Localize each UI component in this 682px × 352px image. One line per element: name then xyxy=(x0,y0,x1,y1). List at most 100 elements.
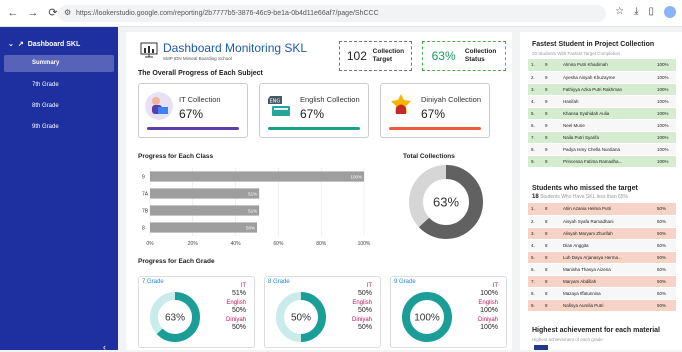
table-cell: 50% xyxy=(654,239,676,252)
card-progress-bar xyxy=(389,127,481,130)
kpi-target-label: Collection Target xyxy=(372,48,405,63)
grade-progress-title: Progress for Each Grade xyxy=(138,258,215,265)
bar-data-label: 51% xyxy=(248,208,257,213)
table-cell: 100% xyxy=(654,107,676,120)
mosque-icon xyxy=(391,94,411,114)
x-tick-label: 100% xyxy=(358,241,371,247)
table-cell: Luh Dayu Arjanasya Herma... xyxy=(560,251,654,264)
table-cell: Fathiyya Azka Putri Rakhman xyxy=(560,83,654,96)
sidebar-item-summary[interactable]: Summary xyxy=(4,55,114,72)
sidebar-item-9th-grade[interactable]: 9th Grade xyxy=(4,119,114,136)
table-cell: 9 xyxy=(542,143,560,156)
kpi-target-value: 102 xyxy=(346,49,367,63)
table-row: 3. 8 Alisyah Maryam Zhurifah 50% xyxy=(528,227,676,240)
bar xyxy=(150,205,260,216)
table-row: 1. 8 Atiin Azania Helma Putri 50% xyxy=(528,203,676,216)
grade-title: 9 Grade xyxy=(394,279,416,285)
table-cell: 50% xyxy=(654,215,676,228)
overall-progress-title: The Overall Progress of Each Subject xyxy=(138,70,263,77)
table-cell: 9 xyxy=(542,59,560,72)
table-cell: 9 xyxy=(542,83,560,96)
table-cell: 9 xyxy=(542,107,560,120)
download-icon[interactable]: ⤓ xyxy=(634,6,638,18)
table-cell: 50% xyxy=(654,275,676,288)
table-cell: Mazaya Iffatunnisa xyxy=(560,287,654,300)
side-panel-icon[interactable]: ▯ xyxy=(648,6,654,18)
table-row: 5. 9 Khansa Syahidah Aulia 100% xyxy=(528,107,676,120)
card-progress-bar xyxy=(268,127,360,130)
x-tick-label: 0% xyxy=(146,241,154,247)
table-cell: 100% xyxy=(654,155,676,168)
back-icon[interactable]: ← xyxy=(6,6,20,20)
sidebar-item-7th-grade[interactable]: 7th Grade xyxy=(4,77,114,94)
bookmark-star-icon[interactable]: ☆ xyxy=(615,6,624,18)
table-cell: 8 xyxy=(542,203,560,216)
table-cell: 9 xyxy=(542,131,560,144)
table-cell: 3. xyxy=(528,227,542,240)
table-cell: 8. xyxy=(528,143,542,156)
grade-donut: 100% xyxy=(402,292,452,342)
table-cell: Manisha Thasya Aizena xyxy=(560,263,654,276)
person-laptop-icon xyxy=(145,92,173,120)
card-progress-bar xyxy=(147,127,239,130)
table-cell: Ayesha Aisyah Khuzayme xyxy=(560,71,654,84)
table-cell: 100% xyxy=(654,71,676,84)
right-panel: Fastest Student in Project Collection 20… xyxy=(520,32,682,350)
donut-center-label: 50% xyxy=(291,313,311,324)
table-cell: 9. xyxy=(528,155,542,168)
bar xyxy=(150,222,257,233)
table-cell: 4. xyxy=(528,239,542,252)
browser-toolbar: ← → ⟳ ⚙ https://lookerstudio.google.com/… xyxy=(0,0,682,27)
it-collection-card: IT Collection 67% xyxy=(138,83,248,138)
table-cell: 8 xyxy=(542,215,560,228)
page-title: Dashboard Monitoring SKL xyxy=(163,41,308,55)
kpi-collection-target: 102 Collection Target xyxy=(339,41,412,71)
table-cell: 8 xyxy=(542,275,560,288)
card-percent: 67% xyxy=(421,107,446,121)
table-row: 3. 9 Fathiyya Azka Putri Rakhman 100% xyxy=(528,83,676,96)
grade-card-7: 7 Grade 63% IT 51% English 50% Diniyah 50% xyxy=(138,276,255,348)
table-row: 6. 9 Neel Mune 100% xyxy=(528,119,676,132)
sidebar-item-8th-grade[interactable]: 8th Grade xyxy=(4,98,114,115)
y-tick-label: 7A xyxy=(142,192,149,198)
table-row: 5. 8 Luh Dayu Arjanasya Herma... 50% xyxy=(528,251,676,264)
table-cell: 9 xyxy=(542,95,560,108)
table-cell: 9 xyxy=(542,119,560,132)
collapse-sidebar-icon[interactable]: ‹ xyxy=(103,342,106,352)
donut-center-label: 63% xyxy=(433,195,459,210)
address-bar[interactable]: ⚙ https://lookerstudio.google.com/report… xyxy=(58,5,606,22)
bar-data-label: 50% xyxy=(246,225,255,230)
achievement-bar xyxy=(534,345,548,350)
table-cell: 8 xyxy=(542,287,560,300)
grade-donut: 50% xyxy=(276,292,326,342)
dashboard-logo-icon xyxy=(140,42,158,58)
table-row: 6. 8 Manisha Thasya Aizena 50% xyxy=(528,263,676,276)
table-cell: 100% xyxy=(654,119,676,132)
table-cell: 50% xyxy=(654,203,676,216)
profile-avatar[interactable] xyxy=(664,6,676,18)
table-row: 4. 9 Hanifah 100% xyxy=(528,95,676,108)
table-cell: 50% xyxy=(654,263,676,276)
sidebar: ⌄ ↗ Dashboard SKL Summary 7th Grade 8th … xyxy=(0,27,118,352)
report-main: Dashboard Monitoring SKL SMP IDN Mimeal … xyxy=(126,32,512,350)
table-cell: 50% xyxy=(654,299,676,312)
table-cell: 100% xyxy=(654,95,676,108)
table-row: 9. 8 Nafisya Aurelia Putri 50% xyxy=(528,299,676,312)
site-info-icon[interactable]: ⚙ xyxy=(64,8,71,17)
card-title: Diniyah Collection xyxy=(421,95,482,104)
table-row: 8. 8 Mazaya Iffatunnisa 50% xyxy=(528,287,676,300)
bar xyxy=(150,171,364,182)
url-text: https://lookerstudio.google.com/reportin… xyxy=(76,10,379,17)
sidebar-title[interactable]: ⌄ ↗ Dashboard SKL xyxy=(8,40,80,49)
x-tick-label: 20% xyxy=(188,241,199,247)
y-tick-label: 8 xyxy=(142,226,145,232)
table-cell: 9. xyxy=(528,299,542,312)
grade-title: 8 Grade xyxy=(268,279,290,285)
forward-icon[interactable]: → xyxy=(26,6,40,20)
table-cell: 100% xyxy=(654,131,676,144)
fastest-students-subtitle: 20 Students With Fastest Target Completi… xyxy=(532,51,620,56)
table-cell: Alisyah Maryam Zhurifah xyxy=(560,227,654,240)
table-cell: 8. xyxy=(528,287,542,300)
card-title: IT Collection xyxy=(179,95,221,104)
card-percent: 67% xyxy=(179,107,204,121)
